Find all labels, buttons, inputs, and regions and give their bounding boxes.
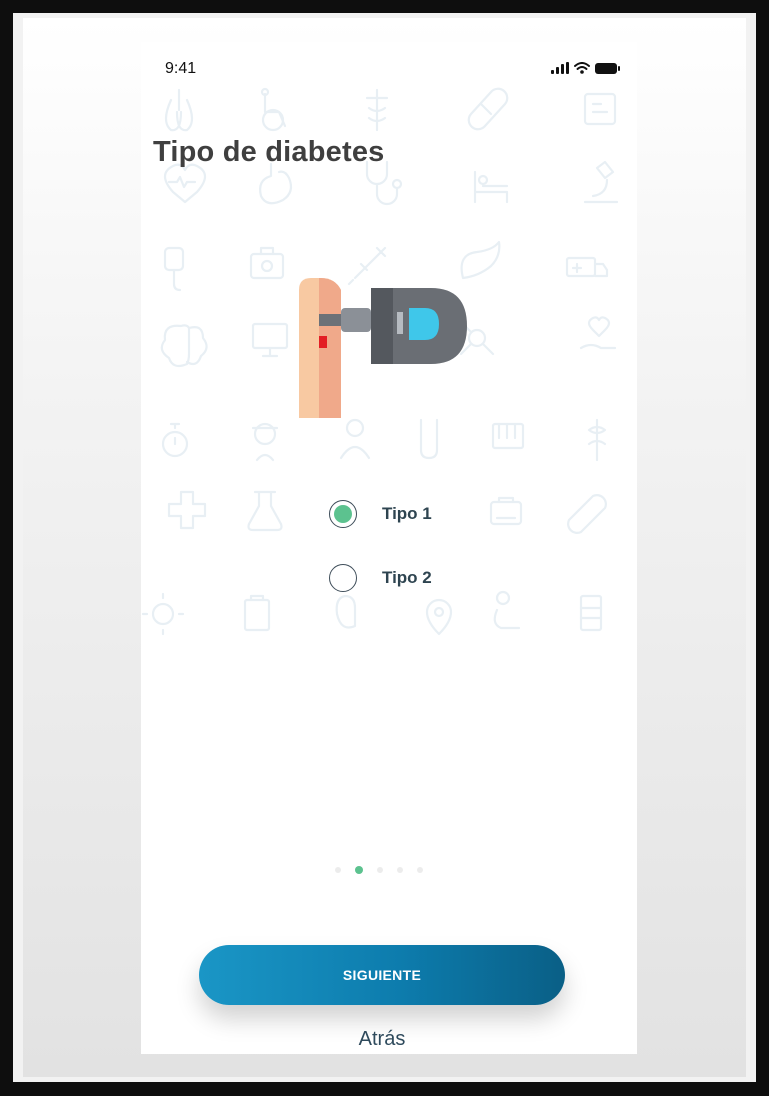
lungs-icon xyxy=(164,88,194,132)
brain-icon xyxy=(160,324,208,368)
first-aid-cross-icon xyxy=(167,490,207,530)
radio-option-tipo-2[interactable]: Tipo 2 xyxy=(329,564,432,592)
bandage-icon xyxy=(567,494,607,534)
radio-button-tipo-1[interactable] xyxy=(329,500,357,528)
radio-button-tipo-2[interactable] xyxy=(329,564,357,592)
heart-monitor-icon xyxy=(163,163,207,204)
page-dot xyxy=(397,867,403,873)
nurse-icon xyxy=(251,422,279,462)
microscope-icon xyxy=(583,160,619,204)
location-pin-icon xyxy=(425,598,453,636)
page-dot xyxy=(335,867,341,873)
page-dot-active xyxy=(355,866,363,874)
page-title: Tipo de diabetes xyxy=(153,136,385,168)
stomach-icon xyxy=(259,162,293,205)
pagination-dots xyxy=(335,866,423,874)
hand-icon xyxy=(335,594,357,629)
medical-bag-icon xyxy=(249,246,285,280)
next-button[interactable]: SIGUIENTE xyxy=(199,945,565,1005)
hand-heart-icon xyxy=(579,316,617,350)
first-aid-kit-icon xyxy=(489,496,523,526)
iv-bag-icon xyxy=(163,246,185,292)
next-button-label: SIGUIENTE xyxy=(342,967,422,983)
test-tubes-rack-icon xyxy=(491,422,525,450)
xray-icon xyxy=(583,92,617,126)
computer-monitor-icon xyxy=(251,322,289,358)
radio-selected-dot xyxy=(334,505,352,523)
page-dot xyxy=(377,867,383,873)
wifi-icon xyxy=(574,62,590,74)
radio-label-tipo-2: Tipo 2 xyxy=(382,568,432,587)
caduceus-icon xyxy=(365,88,389,132)
glucometer-finger-illustration xyxy=(299,278,467,418)
patient-icon xyxy=(493,590,521,630)
status-bar-icons xyxy=(551,62,620,74)
test-tube-icon xyxy=(419,418,439,460)
radio-option-tipo-1[interactable]: Tipo 1 xyxy=(329,500,432,528)
cabinet-icon xyxy=(579,594,603,632)
clipboard-icon xyxy=(243,594,271,632)
doctor-icon xyxy=(339,418,371,460)
ambulance-icon xyxy=(565,256,609,278)
battery-icon xyxy=(595,63,620,74)
stopwatch-icon xyxy=(161,422,189,458)
flask-icon xyxy=(247,490,283,532)
rod-of-asclepius-icon xyxy=(587,418,607,462)
wheelchair-icon xyxy=(260,87,287,132)
cellular-signal-icon xyxy=(551,62,569,74)
phone-screen: 9:41 Tipo de diabetes Tipo 1 Tipo 2 SIGU… xyxy=(141,42,637,1054)
status-bar-time: 9:41 xyxy=(165,60,197,77)
pill-icon xyxy=(467,87,509,131)
hospital-bed-icon xyxy=(473,170,509,204)
page-dot xyxy=(417,867,423,873)
liver-icon xyxy=(460,240,501,280)
back-link[interactable]: Atrás xyxy=(141,1028,623,1051)
virus-icon xyxy=(141,592,185,636)
radio-label-tipo-1: Tipo 1 xyxy=(382,504,432,523)
